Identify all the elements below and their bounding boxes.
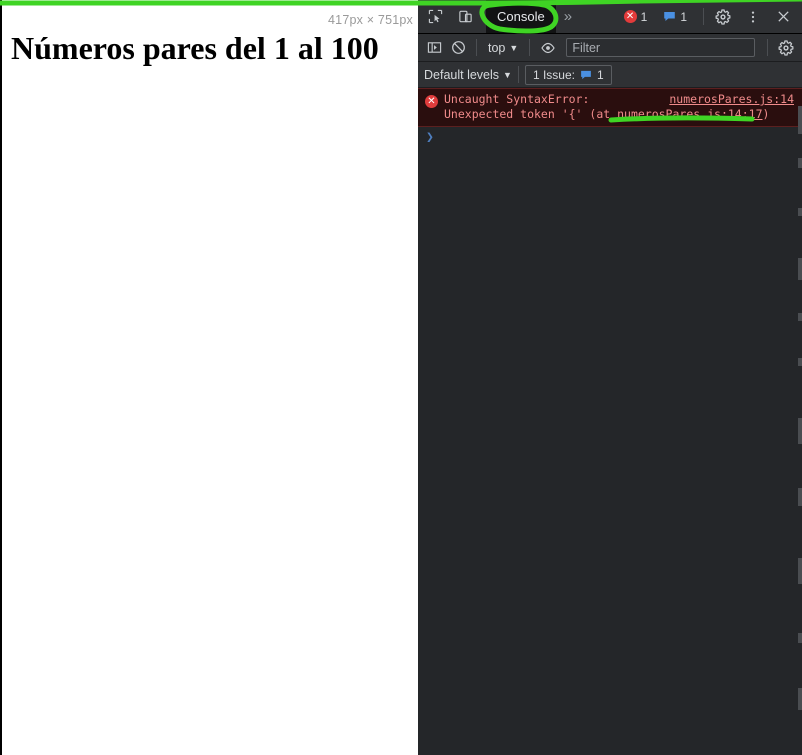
close-icon[interactable] xyxy=(770,4,796,30)
issues-speech-bubble-icon xyxy=(581,70,591,79)
filter-input[interactable] xyxy=(566,38,755,57)
console-error-location-link[interactable]: numerosPares.js:14:17 xyxy=(617,107,762,121)
message-count-badge[interactable]: 1 xyxy=(657,7,693,27)
issues-label: 1 Issue: xyxy=(532,67,575,82)
console-prompt-row[interactable]: ❯ xyxy=(418,127,802,147)
toolbar-divider xyxy=(476,39,477,56)
issues-badge[interactable]: 1 Issue: 1 xyxy=(524,64,612,85)
tabs-overflow-button[interactable]: » xyxy=(556,8,580,25)
clear-console-icon[interactable] xyxy=(446,37,470,59)
page-title: Números pares del 1 al 100 xyxy=(11,30,379,66)
devtools-panel: Console » ✕ 1 1 top ▼ Filter Default lev… xyxy=(418,0,802,755)
console-settings-gear-icon[interactable] xyxy=(774,37,798,59)
chevron-down-icon: ▼ xyxy=(503,69,512,80)
console-error-message[interactable]: ✕ Uncaught SyntaxError: numerosPares.js:… xyxy=(418,88,802,127)
console-error-text: Uncaught SyntaxError: numerosPares.js:14… xyxy=(444,92,794,122)
tab-console[interactable]: Console xyxy=(486,0,556,33)
toolbar-divider xyxy=(529,39,531,56)
message-count-value: 1 xyxy=(680,9,687,24)
error-circle-icon: ✕ xyxy=(425,95,438,108)
tab-console-label: Console xyxy=(497,9,545,24)
error-circle-icon: ✕ xyxy=(623,10,637,23)
speech-bubble-icon xyxy=(664,12,676,21)
console-error-line-2: Unexpected token '{' (at numerosPares.js… xyxy=(444,107,794,122)
execution-context-dropdown[interactable]: top ▼ xyxy=(483,38,523,58)
error-count-value: 1 xyxy=(640,9,648,24)
page-canvas: 417px × 751px Números pares del 1 al 100 xyxy=(2,4,418,755)
console-error-source-link[interactable]: numerosPares.js:14 xyxy=(669,92,794,107)
live-expression-eye-icon[interactable] xyxy=(536,37,560,59)
toolbar-divider xyxy=(517,66,519,83)
chevron-down-icon: ▼ xyxy=(509,42,519,53)
inspect-cursor-icon[interactable] xyxy=(422,4,448,30)
execution-context-label: top xyxy=(488,40,506,55)
console-levels-bar: Default levels ▼ 1 Issue: 1 xyxy=(418,62,802,88)
viewport-size-label: 417px × 751px xyxy=(328,13,413,27)
console-toolbar: top ▼ xyxy=(418,34,802,62)
device-toolbar-icon[interactable] xyxy=(452,4,478,30)
browser-page-viewport: 417px × 751px Números pares del 1 al 100 xyxy=(0,0,418,755)
console-scrollbar[interactable] xyxy=(798,88,802,755)
tabstrip-right-controls: ✕ 1 1 xyxy=(618,4,802,30)
console-error-detail-suffix: ) xyxy=(762,107,770,121)
console-output-area[interactable]: ✕ Uncaught SyntaxError: numerosPares.js:… xyxy=(418,88,802,755)
log-levels-label: Default levels xyxy=(424,67,500,82)
console-error-title: Uncaught SyntaxError: xyxy=(444,92,590,106)
toolbar-divider xyxy=(767,39,768,56)
prompt-chevron-icon: ❯ xyxy=(426,129,434,145)
kebab-menu-icon[interactable] xyxy=(740,4,766,30)
console-error-line-1: Uncaught SyntaxError: numerosPares.js:14 xyxy=(444,92,794,107)
devtools-tabstrip: Console » ✕ 1 1 xyxy=(418,0,802,34)
error-count-badge[interactable]: ✕ 1 xyxy=(618,7,654,27)
issues-count: 1 xyxy=(597,67,604,82)
toolbar-divider xyxy=(703,8,704,25)
console-sidebar-icon[interactable] xyxy=(422,37,446,59)
log-levels-dropdown[interactable]: Default levels ▼ xyxy=(424,68,512,82)
gear-icon[interactable] xyxy=(710,4,736,30)
console-error-detail-prefix: Unexpected token '{' (at xyxy=(444,107,618,121)
screenshot-root: 417px × 751px Números pares del 1 al 100… xyxy=(0,0,802,755)
